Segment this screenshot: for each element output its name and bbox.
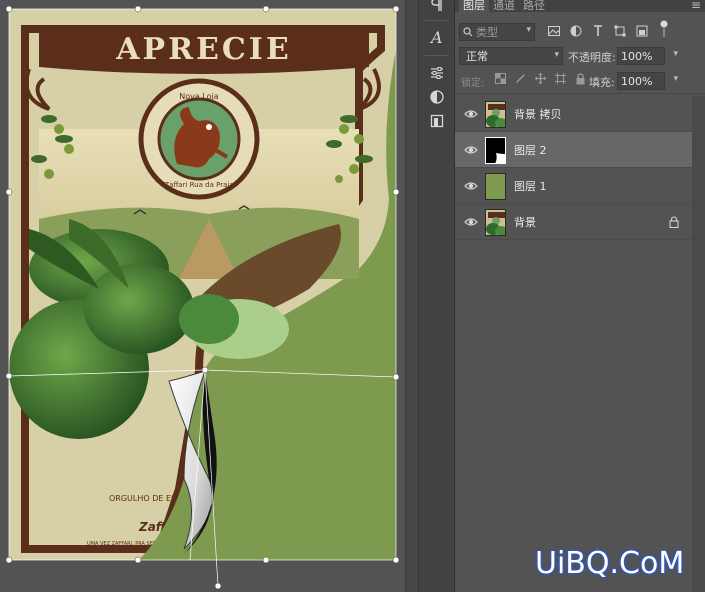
lock-label: 锁定: bbox=[461, 78, 485, 89]
chevron-down-icon: ▾ bbox=[554, 50, 559, 60]
panel-toolstrip: A bbox=[419, 0, 455, 592]
layer-thumbnail[interactable] bbox=[485, 173, 506, 200]
paragraph-icon[interactable] bbox=[426, 0, 448, 16]
layer-thumbnail[interactable] bbox=[485, 137, 506, 164]
site-watermark: UiBQ.CoM bbox=[535, 546, 685, 581]
filter-toggle[interactable] bbox=[660, 19, 668, 39]
lock-icon bbox=[669, 216, 679, 228]
lock-position-icon[interactable] bbox=[535, 73, 546, 84]
layer-name[interactable]: 背景 拷贝 bbox=[514, 106, 562, 122]
properties-icon[interactable] bbox=[426, 110, 448, 132]
lock-all-icon[interactable] bbox=[575, 73, 586, 85]
adjustments-icon[interactable] bbox=[426, 62, 448, 84]
tab-channels[interactable]: 通道 bbox=[489, 0, 519, 12]
layer-thumbnail[interactable] bbox=[485, 209, 506, 236]
visibility-eye-icon[interactable] bbox=[464, 215, 478, 229]
visibility-eye-icon[interactable] bbox=[464, 143, 478, 157]
hamburger-icon[interactable]: ≡ bbox=[691, 0, 701, 12]
layer-name[interactable]: 图层 2 bbox=[514, 142, 547, 158]
svg-text:A: A bbox=[429, 29, 443, 45]
chevron-down-icon[interactable]: ▾ bbox=[673, 49, 678, 59]
search-icon bbox=[463, 27, 473, 37]
lock-icons bbox=[495, 73, 586, 85]
blend-mode-select[interactable]: 正常 ▾ bbox=[459, 47, 563, 65]
visibility-eye-icon[interactable] bbox=[464, 179, 478, 193]
panel-divider[interactable] bbox=[405, 0, 419, 592]
opacity-label: 不透明度: bbox=[568, 51, 616, 64]
layer-row-background-copy[interactable]: 背景 拷贝 bbox=[455, 96, 692, 132]
blend-mode-value: 正常 bbox=[466, 50, 488, 63]
opacity-value: 100% bbox=[621, 49, 653, 63]
chevron-down-icon: ▾ bbox=[526, 25, 531, 35]
tab-paths[interactable]: 路径 bbox=[519, 0, 549, 12]
fill-value: 100% bbox=[621, 74, 653, 88]
layer-name[interactable]: 背景 bbox=[514, 214, 536, 230]
tab-layers[interactable]: 图层 bbox=[459, 0, 489, 12]
chevron-down-icon[interactable]: ▾ bbox=[673, 74, 678, 84]
adjustment-filter-icon[interactable] bbox=[569, 23, 583, 39]
fill-label: 填充: bbox=[589, 76, 615, 89]
layer-row-layer-1[interactable]: 图层 1 bbox=[455, 168, 692, 204]
smart-object-filter-icon[interactable] bbox=[635, 23, 649, 39]
panel-tabbar: 图层 通道 路径 ≡ bbox=[455, 0, 705, 12]
lock-pixels-icon[interactable] bbox=[515, 73, 526, 84]
fill-input[interactable]: 100% ▾ bbox=[617, 72, 678, 90]
pixel-filter-icon[interactable] bbox=[547, 23, 561, 39]
styles-icon[interactable] bbox=[426, 86, 448, 108]
shape-filter-icon[interactable] bbox=[613, 23, 627, 39]
transform-handles[interactable] bbox=[5, 5, 400, 590]
layer-filter-icons bbox=[547, 23, 649, 39]
lock-artboard-icon[interactable] bbox=[555, 73, 566, 84]
layer-row-background[interactable]: 背景 bbox=[455, 204, 692, 240]
layers-panel: 图层 通道 路径 ≡ 类型 ▾ 正常 ▾ 不透明度: 100% ▾ 锁定: 填充… bbox=[455, 0, 705, 592]
visibility-eye-icon[interactable] bbox=[464, 107, 478, 121]
document-canvas[interactable]: APRECIE Nova Loja Zaffari Rua da Praia O… bbox=[0, 0, 405, 592]
warp-transform-box[interactable] bbox=[0, 0, 405, 592]
layer-row-layer-2[interactable]: 图层 2 bbox=[455, 132, 692, 168]
opacity-input[interactable]: 100% ▾ bbox=[617, 47, 678, 65]
filter-type-label: 类型 bbox=[476, 26, 498, 39]
layer-thumbnail[interactable] bbox=[485, 101, 506, 128]
type-filter-icon[interactable] bbox=[591, 23, 605, 39]
layer-name[interactable]: 图层 1 bbox=[514, 178, 547, 194]
character-icon[interactable]: A bbox=[426, 26, 448, 48]
layers-scrollbar[interactable] bbox=[692, 96, 705, 592]
lock-transparency-icon[interactable] bbox=[495, 73, 506, 84]
layer-filter-select[interactable]: 类型 ▾ bbox=[459, 23, 535, 41]
